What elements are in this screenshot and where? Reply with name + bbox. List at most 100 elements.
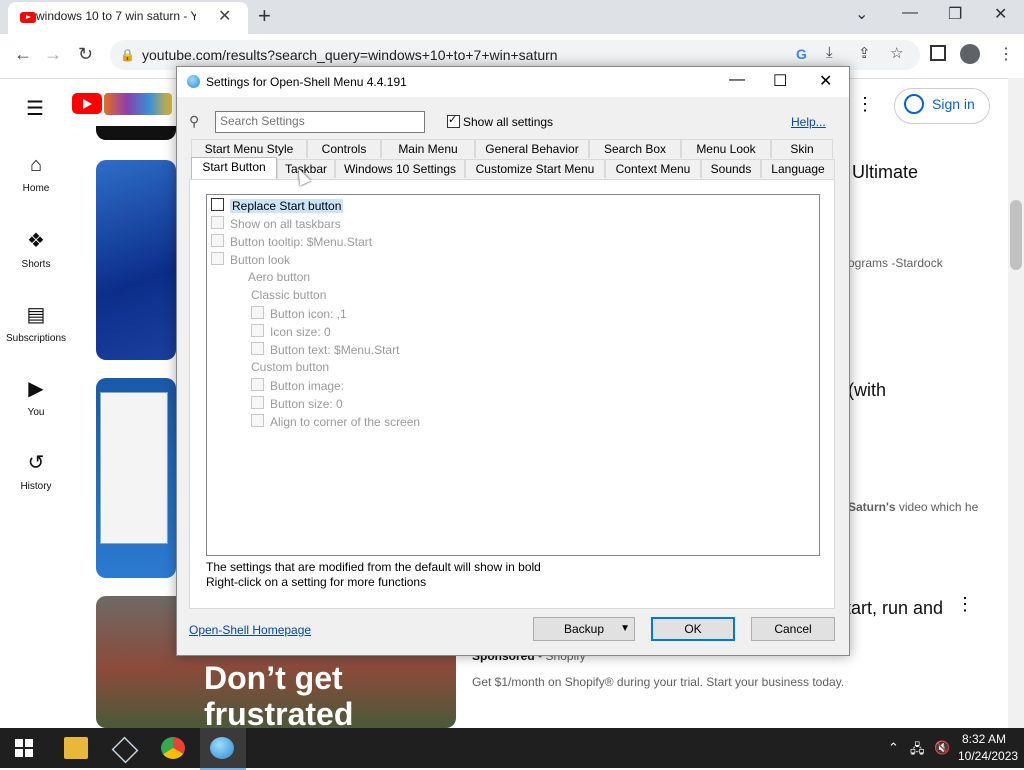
share-icon[interactable]: ⇪ — [858, 44, 871, 62]
close-window-icon[interactable]: ✕ — [994, 4, 1007, 24]
video-thumbnail[interactable] — [96, 160, 176, 360]
reload-icon[interactable]: ↻ — [78, 44, 93, 65]
show-all-settings-label[interactable]: Show all settings — [463, 115, 553, 129]
search-settings-input[interactable] — [216, 112, 424, 130]
ad-headline-line1: Don’t get — [204, 660, 343, 696]
tab-language[interactable]: Language — [761, 159, 835, 178]
more-options-icon[interactable]: ⋮ — [856, 94, 874, 115]
sidebar-item-shorts[interactable]: ❖ Shorts — [0, 228, 72, 270]
sidebar-item-home[interactable]: ⌂ Home — [0, 154, 72, 194]
setting-icon — [211, 252, 224, 265]
tab-context-menu[interactable]: Context Menu — [605, 159, 701, 178]
video-description-fragment: ograms -Stardock — [848, 256, 943, 270]
setting-button-text[interactable]: Button text: $Menu.Start — [251, 342, 399, 357]
tab-sounds[interactable]: Sounds — [701, 159, 761, 178]
youtube-logo[interactable] — [72, 93, 102, 114]
setting-button-icon[interactable]: Button icon: ,1 — [251, 306, 347, 321]
open-shell-homepage-link[interactable]: Open-Shell Homepage — [189, 623, 311, 637]
backup-button-label: Backup — [563, 622, 605, 636]
ad-title-fragment[interactable]: tart, run and — [846, 598, 943, 619]
install-icon[interactable]: ⤓ — [826, 44, 833, 61]
side-panel-icon[interactable] — [930, 45, 946, 61]
video-thumbnail[interactable] — [96, 126, 176, 140]
settings-tree[interactable]: Replace Start button Show on all taskbar… — [206, 194, 820, 556]
close-tab-icon[interactable]: ✕ — [218, 6, 231, 26]
video-title-fragment[interactable]: (with — [848, 380, 886, 401]
backup-button[interactable]: Backup ▼ — [533, 617, 635, 641]
tab-controls[interactable]: Controls — [307, 139, 381, 158]
page-scrollbar-thumb[interactable] — [1010, 200, 1022, 270]
setting-icon-size[interactable]: Icon size: 0 — [251, 324, 331, 339]
tab-search-chevron-icon[interactable]: ⌄ — [855, 4, 868, 24]
chrome-icon[interactable] — [161, 737, 185, 759]
clock-date[interactable]: 10/24/2023 — [958, 749, 1018, 763]
setting-button-size[interactable]: Button size: 0 — [251, 396, 343, 411]
forward-icon[interactable]: → — [44, 44, 62, 65]
lock-icon[interactable]: 🔒 — [120, 48, 135, 62]
ad-more-options-icon[interactable]: ⋮ — [956, 594, 974, 615]
bookmark-star-icon[interactable]: ☆ — [890, 44, 903, 62]
setting-custom-button[interactable]: Custom button — [251, 360, 329, 374]
tab-main-menu[interactable]: Main Menu — [381, 139, 475, 158]
volume-muted-icon[interactable]: 🔇 — [934, 740, 950, 756]
google-lens-icon[interactable]: G — [796, 46, 807, 62]
subscriptions-icon: ▤ — [26, 304, 46, 326]
tab-general-behavior[interactable]: General Behavior — [475, 139, 589, 158]
video-description-fragment: Saturn's video which he — [848, 500, 979, 514]
chrome-menu-icon[interactable]: ⋮ — [998, 44, 1014, 64]
help-link[interactable]: Help... — [791, 115, 826, 129]
file-explorer-icon[interactable] — [64, 737, 88, 759]
url-text[interactable]: youtube.com/results?search_query=windows… — [142, 47, 558, 63]
video-title-fragment[interactable]: Ultimate — [852, 162, 918, 183]
tab-search-box[interactable]: Search Box — [589, 139, 681, 158]
search-settings-field[interactable] — [215, 111, 425, 133]
setting-icon — [251, 342, 264, 355]
setting-button-look[interactable]: Button look — [211, 252, 290, 267]
dialog-maximize-icon[interactable]: ☐ — [773, 71, 787, 91]
video-thumbnail[interactable] — [96, 378, 176, 578]
tray-chevron-icon[interactable]: ⌃ — [888, 740, 899, 756]
restore-icon[interactable]: ❐ — [948, 4, 962, 24]
tab-menu-look[interactable]: Menu Look — [681, 139, 771, 158]
clock-time[interactable]: 8:32 AM — [962, 732, 1006, 746]
dialog-minimize-icon[interactable]: — — [729, 71, 745, 89]
settings-tab-panel: Replace Start button Show on all taskbar… — [189, 179, 835, 609]
tab-skin[interactable]: Skin — [771, 139, 833, 158]
youtube-doodle[interactable] — [104, 93, 172, 115]
sidebar-item-you[interactable]: ▶ You — [0, 376, 72, 418]
setting-align-to-corner[interactable]: Align to corner of the screen — [251, 414, 420, 429]
dialog-close-icon[interactable]: ✕ — [819, 71, 832, 91]
back-icon[interactable]: ← — [14, 44, 32, 65]
sidebar-item-subscriptions[interactable]: ▤ Subscriptions — [0, 302, 72, 344]
tab-start-button[interactable]: Start Button — [191, 157, 277, 180]
home-icon: ⌂ — [29, 154, 43, 176]
windows-start-icon[interactable] — [15, 739, 33, 757]
setting-aero-button[interactable]: Aero button — [231, 270, 310, 284]
tab-customize-start-menu[interactable]: Customize Start Menu — [465, 159, 605, 178]
new-tab-icon[interactable]: + — [258, 3, 271, 29]
cancel-button[interactable]: Cancel — [751, 617, 835, 641]
sidebar-item-history[interactable]: ↺ History — [0, 450, 72, 492]
radio-icon — [231, 271, 242, 282]
open-shell-icon — [187, 75, 200, 88]
open-shell-taskbar-icon[interactable] — [210, 737, 234, 759]
dialog-title: Settings for Open-Shell Menu 4.4.191 — [206, 75, 407, 89]
minimize-icon[interactable]: — — [902, 4, 918, 22]
tab-windows-10-settings[interactable]: Windows 10 Settings — [335, 159, 465, 178]
setting-classic-button[interactable]: Classic button — [251, 288, 326, 302]
youtube-favicon-icon — [20, 12, 36, 23]
start-menu-preview — [100, 392, 168, 544]
page-scrollbar[interactable] — [1008, 78, 1024, 728]
sign-in-label: Sign in — [932, 96, 975, 112]
network-icon[interactable]: 🖧 — [910, 740, 925, 762]
ok-button[interactable]: OK — [651, 617, 735, 641]
setting-replace-start-button[interactable]: Replace Start button — [211, 198, 344, 213]
checkbox-icon[interactable] — [211, 198, 224, 211]
setting-button-image[interactable]: Button image: — [251, 378, 344, 393]
setting-button-tooltip[interactable]: Button tooltip: $Menu.Start — [211, 234, 372, 249]
profile-avatar[interactable] — [960, 44, 980, 64]
setting-icon — [211, 234, 224, 247]
show-all-settings-checkbox[interactable] — [447, 113, 460, 128]
setting-show-on-all-taskbars[interactable]: Show on all taskbars — [211, 216, 341, 231]
tab-start-menu-style[interactable]: Start Menu Style — [191, 139, 307, 158]
